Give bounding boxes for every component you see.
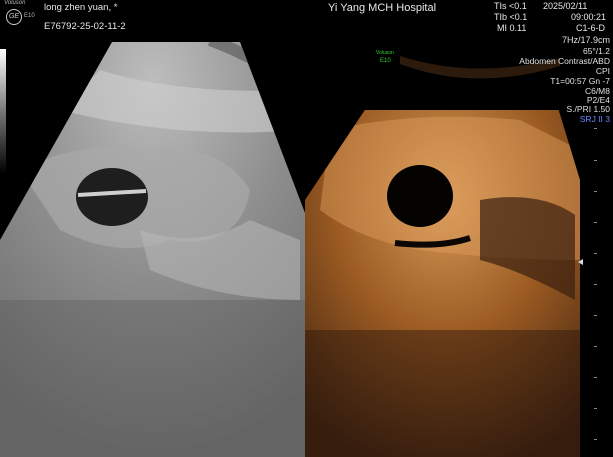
freq-depth: 7Hz/17.9cm [561, 35, 610, 45]
contrast-image [305, 56, 580, 457]
angle-value: 65°/1.2 [582, 46, 610, 56]
contrast-brand-label: Voluson [376, 50, 394, 56]
timer-gain: T1=00:57 Gn -7 [550, 76, 610, 86]
ultrasound-images [0, 42, 597, 457]
preset-name: Abdomen Contrast/ABD [519, 56, 610, 66]
srj-value: SRJ II 3 [579, 114, 610, 124]
s-pri-value: S./PRI 1.50 [566, 104, 610, 114]
mode-name: CPI [595, 66, 610, 76]
contrast-model-label: E10 [380, 58, 391, 64]
depth-scale [594, 128, 597, 440]
bmode-image [0, 42, 305, 457]
